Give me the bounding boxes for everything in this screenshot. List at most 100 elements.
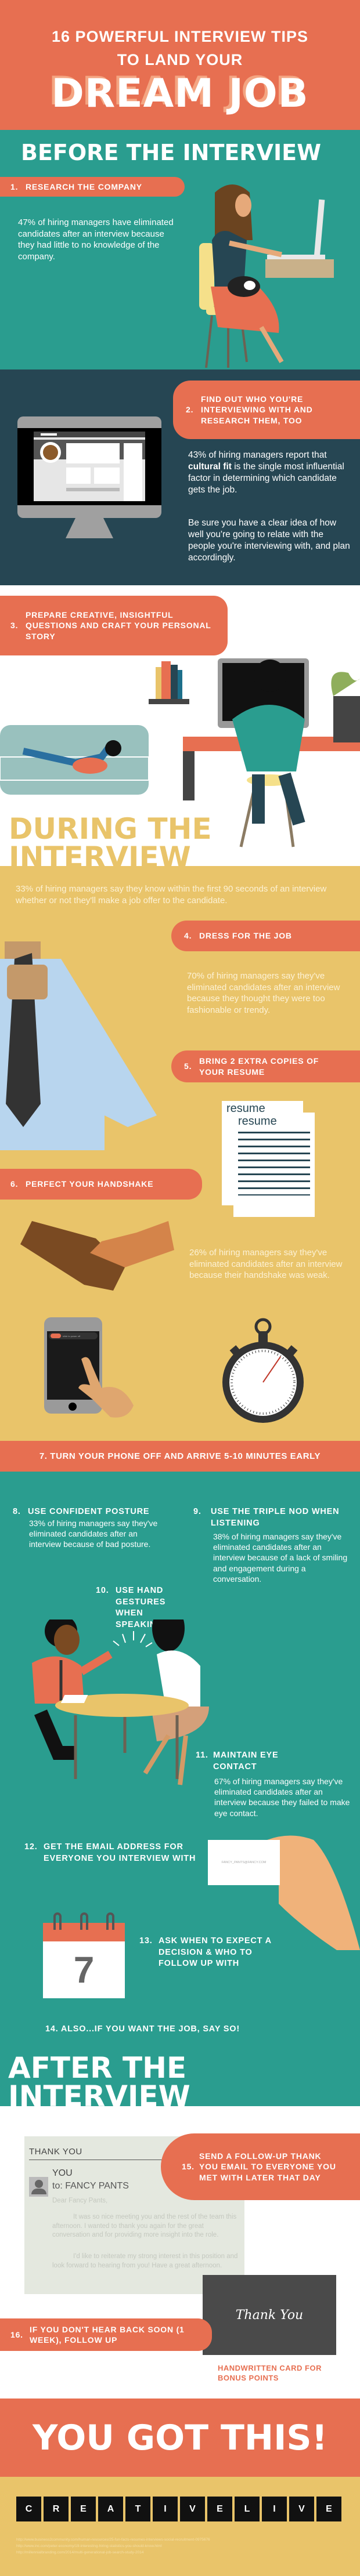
after-title: AFTER THE INTERVIEW — [8, 2051, 190, 2106]
tip11-text: 67% of hiring managers say they've elimi… — [214, 1777, 350, 1818]
tip8-heading: 8. USE CONFIDENT POSTURE — [13, 1506, 187, 1518]
highlight-cultural-fit: cultural fit — [188, 462, 232, 472]
tip-label: ASK WHEN TO EXPECT A DECISION & WHO TO F… — [159, 1936, 272, 1969]
resume-heading: resume — [238, 1115, 277, 1128]
tip5-pill: 5. BRING 2 EXTRA COPIES OF YOUR RESUME — [171, 1050, 360, 1082]
tip-label: SEND A FOLLOW-UP THANK YOU EMAIL TO EVER… — [199, 2151, 336, 2182]
tip-label: GET THE EMAIL ADDRESS FOR EVERYONE YOU I… — [44, 1842, 196, 1863]
logo-letter: E — [316, 2497, 341, 2521]
tip-number: 4. — [184, 931, 192, 941]
email-from: YOU — [52, 2168, 73, 2178]
avatar — [29, 2177, 48, 2197]
tip-number: 8. — [13, 1507, 21, 1516]
tip-label: IF YOU DON'T HEAR BACK SOON (1 WEEK), FO… — [30, 2324, 185, 2345]
during-title: DURING THE INTERVIEW — [9, 812, 212, 866]
tip-number: 3. — [10, 621, 19, 631]
infographic: 16 POWERFUL INTERVIEW TIPS TO LAND YOUR … — [0, 0, 360, 2576]
before-section: BEFORE THE INTERVIEW 1. RESEARCH THE COMP… — [0, 130, 360, 369]
resume-front: resume — [233, 1113, 315, 1217]
tip6-text: 26% of hiring managers say they've elimi… — [189, 1248, 343, 1280]
title-dream-job: DREAM JOB — [51, 71, 309, 117]
tip9-heading: 9. USE THE TRIPLE NOD WHEN LISTENING — [193, 1506, 350, 1529]
power-off-slider: slide to power off — [49, 1332, 98, 1339]
tip-number: 13. — [139, 1936, 153, 1945]
closing-text: YOU GOT THIS! — [32, 2417, 328, 2458]
title-line1: 16 POWERFUL INTERVIEW TIPS — [51, 28, 309, 45]
tip14-heading: 14. ALSO...IF YOU WANT THE JOB, SAY SO! — [45, 2024, 240, 2034]
text-part: 43% of hiring managers report that — [188, 450, 327, 460]
tip7-bar: 7. TURN YOUR PHONE OFF AND ARRIVE 5-10 M… — [0, 1441, 360, 1472]
tip-label: USE THE TRIPLE NOD WHEN LISTENING — [211, 1507, 340, 1528]
footer: CREATIVELIVE http://www.business2communi… — [0, 2477, 360, 2576]
tip13-heading: 13. ASK WHEN TO EXPECT A DECISION & WHO T… — [139, 1936, 279, 1970]
during-teal-section: 8. USE CONFIDENT POSTURE 33% of hiring ma… — [0, 1472, 360, 2106]
slider-text: slide to power off — [63, 1334, 81, 1338]
after-title-wrap: AFTER THE INTERVIEW — [0, 2046, 360, 2106]
tip8-text: 33% of hiring managers say they've elimi… — [29, 1519, 158, 1549]
tip1-pill: 1. RESEARCH THE COMPANY — [0, 177, 185, 197]
source-link[interactable]: http://millennialbranding.com/2014/multi… — [16, 2549, 210, 2556]
woman-laptop-illustration — [199, 184, 334, 368]
resume-lines — [238, 1132, 310, 1195]
tip-number: 2. — [186, 405, 194, 415]
tip2-pill: 2. FIND OUT WHO YOU'RE INTERVIEWING WITH … — [173, 381, 360, 439]
during-title-line1: DURING THE — [9, 812, 212, 846]
logo-letter: I — [262, 2497, 287, 2521]
tip-label: RESEARCH THE COMPANY — [26, 182, 142, 191]
thank-you-card: Thank You — [203, 2275, 336, 2355]
email-paragraph: It was so nice meeting you and the rest … — [52, 2213, 237, 2239]
logo-letter: R — [44, 2497, 69, 2521]
email-subject: THANK YOU — [29, 2147, 82, 2157]
during-gold-section: 33% of hiring managers say they know wit… — [0, 866, 360, 1441]
card-email: FANCY_PANTS@FANCY.COM — [221, 1861, 267, 1864]
tip4-text: 70% of hiring managers say they've elimi… — [187, 971, 340, 1015]
after-title-line1: AFTER THE — [8, 2051, 187, 2085]
logo-letter: C — [16, 2497, 41, 2521]
creativelive-logo[interactable]: CREATIVELIVE — [16, 2497, 341, 2521]
tip2-text: 43% of hiring managers report that cultu… — [188, 450, 351, 497]
tip-number: 16. — [10, 2329, 23, 2339]
source-link[interactable]: http://www.inc.com/peter-economy/19-inte… — [16, 2543, 210, 2549]
logo-letter: E — [207, 2497, 232, 2521]
logo-letter: V — [180, 2497, 205, 2521]
tip-label: PREPARE CREATIVE, INSIGHTFUL QUESTIONS A… — [26, 610, 211, 641]
tip7-label: 7. TURN YOUR PHONE OFF AND ARRIVE 5-10 M… — [39, 1451, 321, 1461]
during-intro: 33% of hiring managers say they know wit… — [16, 884, 327, 905]
header: 16 POWERFUL INTERVIEW TIPS TO LAND YOUR … — [0, 0, 360, 130]
email-to: to: FANCY PANTS — [52, 2181, 129, 2191]
tip-number: 5. — [184, 1061, 192, 1071]
bonus-note: HANDWRITTEN CARD FOR BONUS POINTS — [218, 2364, 322, 2382]
email-paragraph: I'd like to reiterate my strong interest… — [52, 2253, 238, 2269]
shirt-tie-illustration — [0, 941, 157, 1150]
tip-label: FIND OUT WHO YOU'RE INTERVIEWING WITH AN… — [201, 394, 313, 425]
business-card: FANCY_PANTS@FANCY.COM — [208, 1840, 280, 1885]
tip-number: 6. — [10, 1179, 19, 1189]
tip1-text: 47% of hiring managers have eliminated c… — [18, 218, 174, 262]
tip-label: MAINTAIN EYE CONTACT — [213, 1751, 279, 1771]
tip6-pill: 6. PERFECT YOUR HANDSHAKE — [0, 1169, 202, 1200]
tip-label: BRING 2 EXTRA COPIES OF YOUR RESUME — [199, 1056, 319, 1077]
during-title-line2: INTERVIEW — [9, 840, 191, 866]
tip11-heading: 11. MAINTAIN EYE CONTACT — [196, 1750, 312, 1773]
tip-number: 9. — [193, 1507, 201, 1516]
logo-letter: L — [235, 2497, 260, 2521]
after-title-line2: INTERVIEW — [8, 2079, 190, 2106]
monitor-profile-illustration — [17, 416, 161, 538]
tip-number: 12. — [24, 1842, 38, 1852]
stopwatch-icon — [222, 1318, 304, 1423]
logo-letter: I — [153, 2497, 178, 2521]
calendar-day: 7 — [43, 1941, 125, 1998]
closing-banner: YOU GOT THIS! — [0, 2399, 360, 2477]
source-link[interactable]: http://www.business2community.com/human-… — [16, 2537, 210, 2543]
during-title-wrap: DURING THE INTERVIEW — [0, 806, 360, 866]
logo-letter: A — [98, 2497, 123, 2521]
tip2-text2: Be sure you have a clear idea of how wel… — [188, 518, 350, 563]
tip4-pill: 4. DRESS FOR THE JOB — [171, 921, 360, 951]
tip-number: 15. — [182, 2162, 195, 2172]
tip-number: 1. — [10, 182, 19, 191]
before-title: BEFORE THE INTERVIEW — [21, 140, 322, 165]
tip16-pill: 16. IF YOU DON'T HEAR BACK SOON (1 WEEK),… — [0, 2318, 212, 2351]
card-text: Thank You — [235, 2307, 304, 2323]
sources: http://www.business2community.com/human-… — [16, 2537, 210, 2556]
title-line2: TO LAND YOUR — [117, 51, 243, 68]
